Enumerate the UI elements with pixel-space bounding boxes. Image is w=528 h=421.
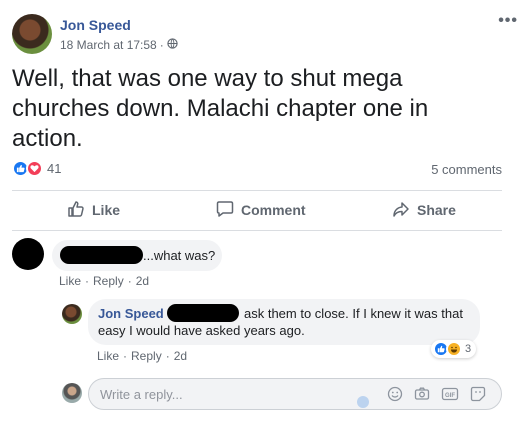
comment-age[interactable]: 2d bbox=[136, 274, 149, 288]
comments-count-link[interactable]: 5 comments bbox=[431, 162, 502, 177]
comment-text: ...what was? bbox=[143, 248, 216, 263]
commenter-avatar-redacted[interactable] bbox=[12, 238, 44, 270]
globe-icon bbox=[167, 38, 178, 52]
reply-reply-link[interactable]: Reply bbox=[131, 349, 162, 363]
comment-like-link[interactable]: Like bbox=[59, 274, 81, 288]
reply-age[interactable]: 2d bbox=[174, 349, 187, 363]
share-icon bbox=[392, 200, 410, 221]
meta-separator: · bbox=[159, 38, 164, 52]
camera-icon[interactable] bbox=[413, 385, 431, 403]
share-button[interactable]: Share bbox=[392, 199, 456, 221]
cursor-indicator-icon bbox=[357, 396, 369, 408]
svg-text:GIF: GIF bbox=[445, 393, 455, 399]
current-user-avatar bbox=[62, 383, 82, 403]
post-meta: 18 March at 17:58 · bbox=[60, 38, 178, 52]
comment-actions: Like · Reply · 2d bbox=[59, 274, 149, 288]
love-reaction-icon bbox=[26, 160, 43, 177]
reply-reactions[interactable]: 3 bbox=[431, 340, 477, 358]
post-author-name[interactable]: Jon Speed bbox=[60, 17, 131, 33]
like-button[interactable]: Like bbox=[67, 199, 120, 221]
more-options-icon[interactable]: ••• bbox=[498, 12, 518, 30]
reply-text-line-1: ask them to close. If I knew it was that bbox=[244, 306, 463, 321]
thumbs-up-icon bbox=[67, 200, 85, 221]
like-label: Like bbox=[92, 202, 121, 218]
post-timestamp[interactable]: 18 March at 17:58 bbox=[60, 38, 157, 52]
redacted-mention bbox=[167, 304, 239, 322]
redacted-name bbox=[60, 246, 143, 264]
share-label: Share bbox=[417, 202, 456, 218]
comment-reply-link[interactable]: Reply bbox=[93, 274, 124, 288]
reaction-summary[interactable]: 41 bbox=[12, 160, 61, 177]
emoji-icon[interactable] bbox=[386, 385, 404, 403]
comment-icon bbox=[216, 200, 234, 221]
reply-input[interactable]: Write a reply... bbox=[100, 387, 183, 402]
divider bbox=[12, 190, 502, 191]
author-avatar[interactable] bbox=[12, 14, 52, 54]
reply-like-link[interactable]: Like bbox=[97, 349, 119, 363]
dot-separator: · bbox=[123, 349, 128, 363]
post-text: Well, that was one way to shut mega chur… bbox=[12, 65, 429, 152]
reply-actions: Like · Reply · 2d bbox=[97, 349, 187, 363]
reply-author-name[interactable]: Jon Speed bbox=[98, 306, 164, 321]
reply-author-avatar[interactable] bbox=[62, 304, 82, 324]
reply-reaction-count: 3 bbox=[465, 343, 472, 355]
reaction-count: 41 bbox=[47, 161, 62, 176]
reply-text-line-2: easy I would have asked years ago. bbox=[98, 323, 305, 338]
haha-reaction-icon bbox=[446, 341, 462, 357]
comment-button[interactable]: Comment bbox=[216, 199, 306, 221]
comment-label: Comment bbox=[241, 202, 306, 218]
dot-separator: · bbox=[127, 274, 132, 288]
dot-separator: · bbox=[85, 274, 90, 288]
divider bbox=[12, 230, 502, 231]
dot-separator: · bbox=[165, 349, 170, 363]
gif-icon[interactable]: GIF bbox=[441, 385, 459, 403]
sticker-icon[interactable] bbox=[469, 385, 487, 403]
